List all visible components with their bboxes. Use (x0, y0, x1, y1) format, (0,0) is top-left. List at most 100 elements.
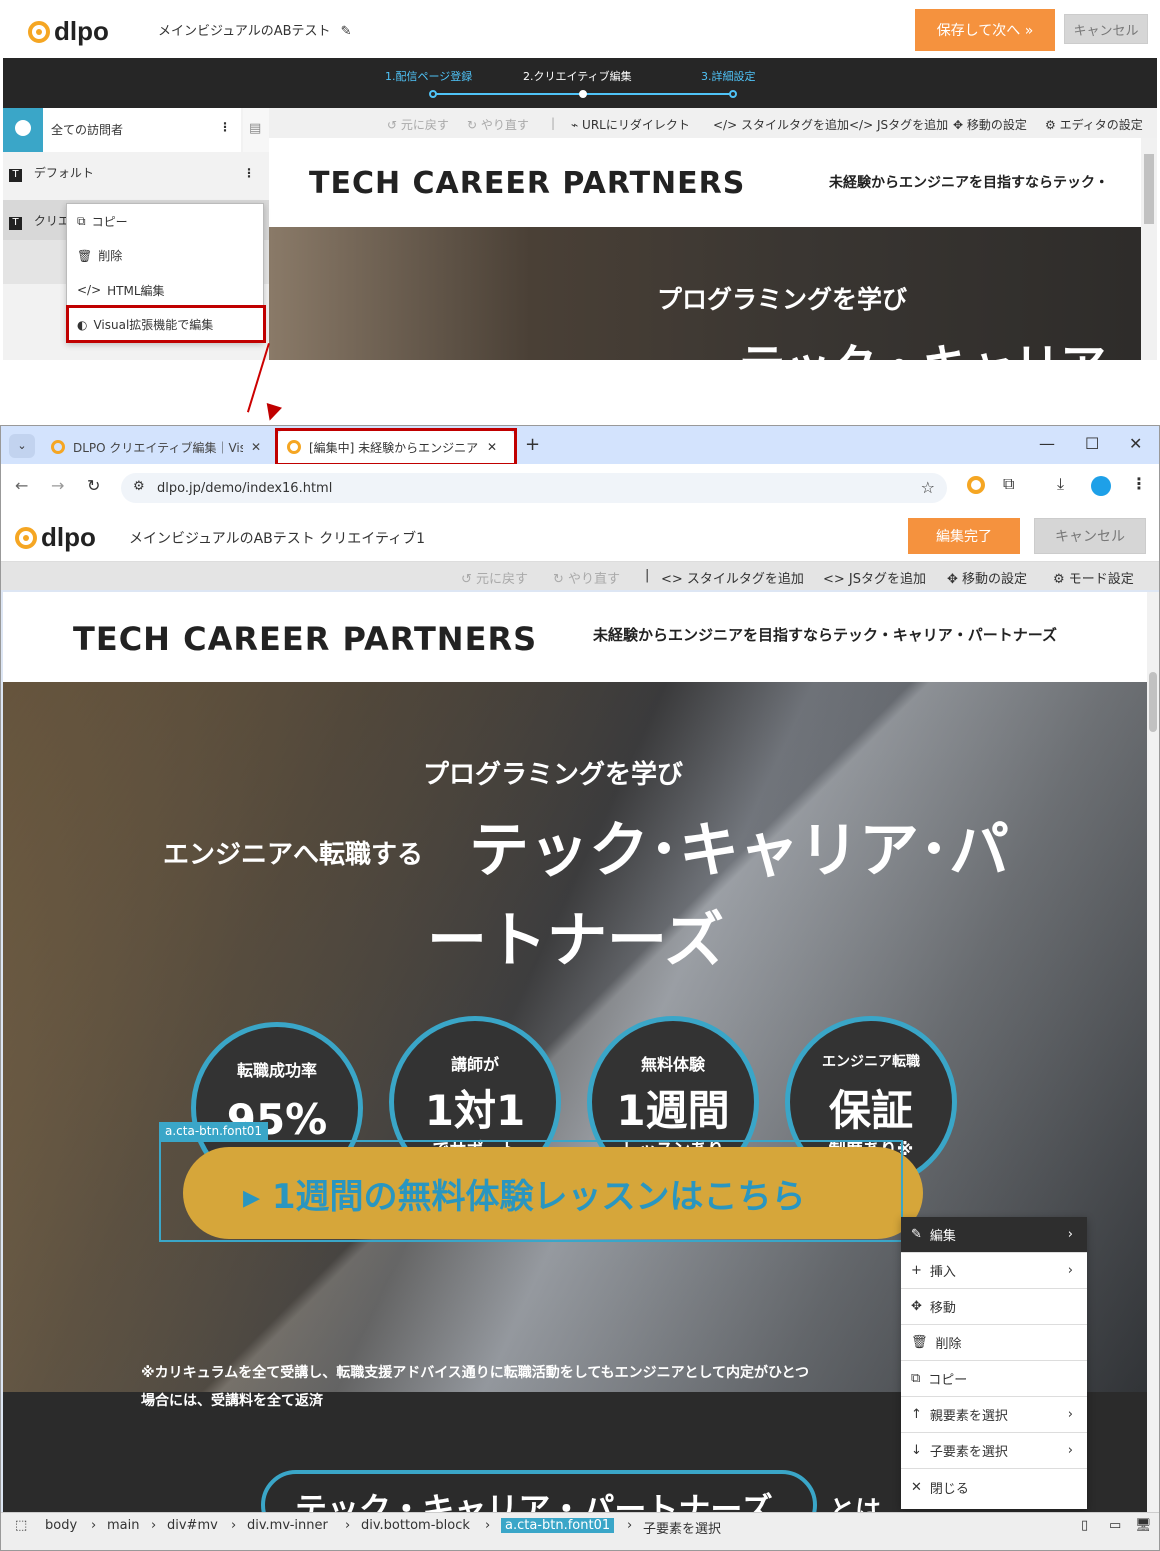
visitor-segment[interactable]: 全ての訪問者 ⋮ (43, 108, 241, 152)
visitor-avatar (3, 108, 43, 152)
menu-dots-icon[interactable]: ⋮ (1131, 474, 1147, 493)
dlpo-extension-icon[interactable] (967, 476, 985, 494)
crumb-cta[interactable]: a.cta-btn.font01 (501, 1518, 615, 1533)
new-tab-icon[interactable]: + (525, 434, 540, 455)
plus-icon: + (911, 1263, 922, 1278)
menu-close[interactable]: ✕ 閉じる (901, 1469, 1087, 1505)
crumb-separator: › (485, 1518, 491, 1533)
mobile-view-icon[interactable]: ▯ (1081, 1518, 1088, 1533)
more-vert-icon[interactable]: ⋮ (219, 120, 231, 134)
minimize-icon[interactable]: — (1039, 434, 1055, 453)
download-icon[interactable]: ⤓ (1057, 474, 1064, 494)
creative-default[interactable]: T デフォルト ⋮ (3, 164, 269, 186)
step-3[interactable]: 3.詳細設定 (701, 68, 756, 84)
pencil-icon[interactable]: ✎ (341, 24, 352, 39)
preview-pane: TECH CAREER PARTNERS 未経験からエンジニアを目指すならテック… (269, 138, 1141, 360)
highlight-box (66, 305, 266, 343)
close-icon[interactable]: ✕ (251, 440, 261, 454)
menu-copy[interactable]: ⧉ コピー (901, 1361, 1087, 1397)
cancel-button[interactable]: キャンセル (1034, 518, 1146, 554)
mode-settings-button[interactable]: ⚙ モード設定 (1053, 568, 1134, 587)
desktop-view-icon[interactable]: 🖥 (1135, 1518, 1152, 1533)
copy-icon: ⧉ (911, 1371, 921, 1386)
menu-edit[interactable]: ✎ 編集 › (901, 1217, 1087, 1253)
hero-subheading: プログラミングを学び (423, 760, 684, 790)
code-icon: </> (77, 283, 102, 298)
tab-highlight-box (275, 428, 517, 466)
menu-select-parent[interactable]: ↑ 親要素を選択 › (901, 1397, 1087, 1433)
tab-creative-edit[interactable]: DLPO クリエイティブ編集｜Visual拡 ✕ (41, 430, 271, 464)
visual-editor-header: dlpo メインビジュアルのABテスト クリエイティブ1 編集完了 キャンセル (1, 512, 1159, 562)
hero-lead: エンジニアへ転職する (163, 840, 424, 870)
crumb-bottom-block[interactable]: div.bottom-block (361, 1518, 470, 1533)
url-field[interactable]: ⚙ dlpo.jp/demo/index16.html ☆ (121, 473, 947, 503)
redo-button[interactable]: ↻ やり直す (553, 568, 620, 587)
brand-logo: TECH CAREER PARTNERS (309, 166, 746, 201)
bookmark-star-icon[interactable]: ☆ (921, 478, 935, 497)
editor-settings-button[interactable]: ⚙ エディタの設定 (1045, 116, 1143, 133)
logo-ring-icon (28, 20, 50, 43)
menu-delete[interactable]: 🗑 削除 (901, 1325, 1087, 1361)
dlpo-logo: dlpo (15, 522, 96, 553)
arrow-head-icon (262, 403, 282, 423)
reload-icon[interactable]: ↻ (87, 476, 100, 495)
redo-button[interactable]: ↻ やり直す (467, 116, 529, 133)
style-tag-button[interactable]: </> スタイルタグを追加 (713, 116, 849, 133)
select-element-icon[interactable]: ⬚ (15, 1518, 27, 1533)
move-settings-button[interactable]: ✥ 移動の設定 (947, 568, 1027, 587)
crumb-mv-inner[interactable]: div.mv-inner (247, 1518, 328, 1533)
close-icon: ✕ (911, 1479, 922, 1495)
redirect-button[interactable]: ⌁ URLにリダイレクト (571, 116, 690, 133)
save-next-button[interactable]: 保存して次へ » (915, 9, 1055, 51)
hero-title-line1: テック･キャリア･パ (469, 816, 1009, 886)
crumb-separator: › (345, 1518, 351, 1533)
selected-element-tag: a.cta-btn.font01 (159, 1122, 269, 1140)
menu-delete[interactable]: 🗑 削除 (67, 239, 263, 274)
js-tag-button[interactable]: <> JSタグを追加 (823, 568, 926, 587)
hero-title-line2: ートナーズ (427, 906, 724, 976)
menu-insert[interactable]: + 挿入 › (901, 1253, 1087, 1289)
site-settings-icon[interactable]: ⚙ (133, 479, 145, 494)
edit-done-button[interactable]: 編集完了 (908, 518, 1020, 554)
tab-search-icon[interactable]: ⌄ (9, 434, 35, 458)
cancel-button[interactable]: キャンセル (1064, 14, 1148, 44)
undo-button[interactable]: ↺ 元に戻す (387, 116, 449, 133)
chevron-right-icon: › (1067, 1263, 1073, 1278)
tagline: 未経験からエンジニアを目指すならテック・キャリア・パートナーズ (593, 626, 1057, 644)
list-icon[interactable]: ▤ (243, 108, 269, 152)
crumb-body[interactable]: body (45, 1518, 77, 1533)
step-3-dot (729, 90, 737, 98)
page-scrollbar[interactable] (1147, 592, 1159, 1512)
tablet-view-icon[interactable]: ▭ (1109, 1518, 1121, 1533)
crumb-mv[interactable]: div#mv (167, 1518, 218, 1533)
crumb-separator: › (91, 1518, 97, 1533)
undo-button[interactable]: ↺ 元に戻す (461, 568, 528, 587)
hero-heading: プログラミングを学び (657, 285, 908, 314)
user-icon (15, 120, 31, 136)
menu-copy[interactable]: ⧉ コピー (67, 204, 263, 239)
step-1[interactable]: 1.配信ページ登録 (385, 68, 472, 84)
text-type-icon: T (9, 217, 22, 230)
creative-title: メインビジュアルのABテスト クリエイティブ1 (129, 531, 426, 547)
forward-icon[interactable]: → (51, 476, 64, 495)
extensions-icon[interactable]: ⧉ (1003, 474, 1014, 494)
crumb-select-child[interactable]: 子要素を選択 (643, 1518, 721, 1537)
profile-avatar[interactable] (1091, 476, 1111, 496)
arrow-up-icon: ↑ (911, 1407, 922, 1422)
style-tag-button[interactable]: <> スタイルタグを追加 (661, 568, 804, 587)
menu-select-child[interactable]: ↓ 子要素を選択 › (901, 1433, 1087, 1469)
crumb-main[interactable]: main (107, 1518, 139, 1533)
address-bar: ← → ↻ ⚙ dlpo.jp/demo/index16.html ☆ ⧉ ⤓ … (1, 464, 1159, 512)
menu-move[interactable]: ✥ 移動 (901, 1289, 1087, 1325)
maximize-icon[interactable]: ☐ (1085, 434, 1099, 453)
window-close-icon[interactable]: ✕ (1129, 434, 1142, 453)
dlpo-logo: dlpo (28, 16, 109, 47)
preview-scrollbar[interactable] (1141, 138, 1157, 360)
visual-editor-toolbar: ↺ 元に戻す ↻ やり直す | <> スタイルタグを追加 <> JSタグを追加 … (1, 562, 1159, 590)
menu-html-edit[interactable]: </> HTML編集 (67, 273, 263, 308)
back-icon[interactable]: ← (15, 476, 28, 495)
more-vert-icon[interactable]: ⋮ (243, 166, 255, 180)
move-settings-button[interactable]: ✥ 移動の設定 (953, 116, 1027, 133)
js-tag-button[interactable]: </> JSタグを追加 (849, 116, 948, 133)
crumb-separator: › (231, 1518, 237, 1533)
